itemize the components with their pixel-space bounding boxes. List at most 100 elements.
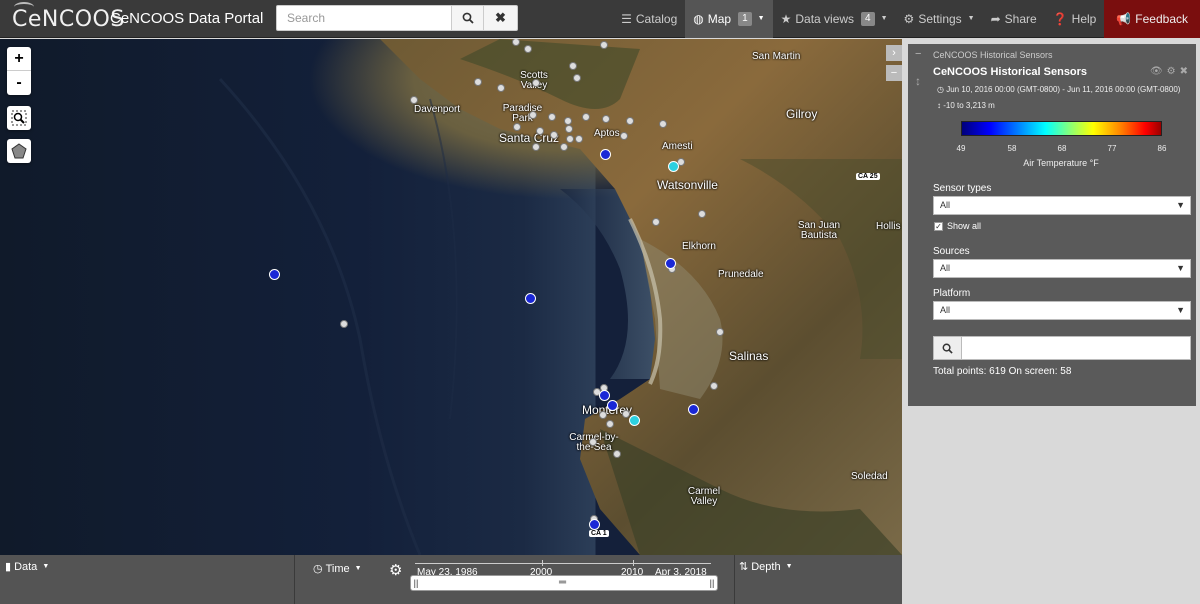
slider-grip-icon[interactable]: ═	[559, 577, 566, 589]
sensor-point-blue[interactable]	[600, 149, 611, 160]
time-menu-label: Time	[325, 562, 350, 575]
show-all-checkbox[interactable]: ✓ Show all	[934, 221, 981, 231]
depth-range-text: -10 to 3,213 m	[943, 101, 995, 110]
map-canvas[interactable]: + - › − Davenport Scotts Valley Paradise…	[0, 39, 902, 555]
color-scale-bar	[961, 121, 1162, 136]
sensor-point-blue[interactable]	[269, 269, 280, 280]
polygon-icon	[11, 143, 27, 159]
time-range-row: ◷ Jun 10, 2016 00:00 (GMT-0800) - Jun 11…	[937, 85, 1180, 94]
sensor-point[interactable]	[573, 74, 581, 82]
sensor-point[interactable]	[582, 113, 590, 121]
nav-help-label: Help	[1071, 12, 1097, 26]
minimize-map-button[interactable]: −	[886, 65, 902, 81]
sensor-point[interactable]	[529, 111, 537, 119]
caret-down-icon: ▼	[42, 563, 50, 570]
sensor-point-blue[interactable]	[607, 400, 618, 411]
sensor-point-cyan[interactable]	[629, 415, 640, 426]
caret-down-icon: ▼	[757, 15, 765, 22]
draw-polygon-button[interactable]	[7, 139, 31, 163]
collapse-panel-button[interactable]: ›	[886, 45, 902, 61]
sensor-point[interactable]	[565, 125, 573, 133]
depth-menu-button[interactable]: ⇅ Depth ▼	[739, 560, 793, 574]
caret-down-icon: ▼	[967, 15, 975, 22]
sensor-point[interactable]	[599, 411, 607, 419]
sensor-point-blue[interactable]	[525, 293, 536, 304]
sensor-point[interactable]	[536, 127, 544, 135]
sensor-point[interactable]	[626, 117, 634, 125]
sensor-point[interactable]	[602, 115, 610, 123]
time-range-slider[interactable]: || ═ ||	[410, 575, 718, 591]
nav-share[interactable]: ➦ Share	[983, 0, 1045, 38]
drag-handle-icon[interactable]: ↕	[915, 74, 921, 88]
sensor-point[interactable]	[566, 135, 574, 143]
zoom-out-button[interactable]: -	[7, 71, 31, 95]
visibility-icon[interactable]: 👁	[1150, 66, 1163, 77]
sensor-point-cyan[interactable]	[668, 161, 679, 172]
sensor-point-blue[interactable]	[688, 404, 699, 415]
sensor-point[interactable]	[698, 210, 706, 218]
sensor-point[interactable]	[564, 117, 572, 125]
sensor-point[interactable]	[589, 438, 597, 446]
nav-settings[interactable]: ⚙ Settings ▼	[896, 0, 983, 38]
nav-feedback[interactable]: 📢 Feedback	[1104, 0, 1200, 38]
sensor-point-blue[interactable]	[599, 390, 610, 401]
sensor-point[interactable]	[710, 382, 718, 390]
nav-help[interactable]: ❓ Help	[1045, 0, 1105, 38]
sensor-point[interactable]	[513, 123, 521, 131]
sensor-point[interactable]	[550, 131, 558, 139]
place-label-amesti: Amesti	[662, 141, 693, 152]
platform-select[interactable]: All ▼	[933, 301, 1191, 320]
sensor-point[interactable]	[613, 450, 621, 458]
sensor-point[interactable]	[548, 113, 556, 121]
top-navbar: CeNCOOS CeNCOOS Data Portal ✖ ☰ Catalog …	[0, 0, 1200, 38]
sensor-point[interactable]	[659, 120, 667, 128]
sensor-point-blue[interactable]	[665, 258, 676, 269]
star-icon: ★	[780, 12, 792, 26]
sensor-point[interactable]	[569, 62, 577, 70]
filter-search-input[interactable]	[962, 336, 1191, 360]
zoom-box-button[interactable]	[7, 106, 31, 130]
nav-data-views[interactable]: ★ Data views 4 ▼	[773, 0, 896, 38]
sensor-point-blue[interactable]	[589, 519, 600, 530]
sensor-types-select[interactable]: All ▼	[933, 196, 1191, 215]
sensor-point[interactable]	[652, 218, 660, 226]
sensor-point[interactable]	[497, 84, 505, 92]
sensor-point[interactable]	[600, 41, 608, 49]
gear-icon: ⚙	[903, 12, 915, 26]
sensor-point[interactable]	[340, 320, 348, 328]
sensor-point[interactable]	[560, 143, 568, 151]
sources-select[interactable]: All ▼	[933, 259, 1191, 278]
sensor-point[interactable]	[474, 78, 482, 86]
close-icon[interactable]: ✖	[1180, 66, 1188, 77]
nav-map[interactable]: ◍ Map 1 ▼	[685, 0, 773, 38]
sensor-point[interactable]	[532, 79, 540, 87]
sensor-point[interactable]	[524, 45, 532, 53]
place-label-san-martin: San Martin	[752, 51, 801, 62]
settings-icon[interactable]: ⚙	[1167, 66, 1176, 77]
zoom-in-button[interactable]: +	[7, 47, 31, 71]
search-button[interactable]	[452, 5, 484, 31]
time-menu-button[interactable]: ◷ Time ▼	[313, 562, 362, 576]
place-label-hollis: Hollis	[876, 221, 901, 232]
clear-search-button[interactable]: ✖	[484, 5, 518, 31]
portal-title[interactable]: CeNCOOS Data Portal	[110, 0, 263, 38]
sensor-point[interactable]	[620, 132, 628, 140]
slider-right-handle[interactable]: ||	[709, 577, 715, 589]
time-settings-button[interactable]: ⚙	[389, 561, 402, 579]
data-menu-button[interactable]: ▮ Data ▼	[5, 560, 50, 574]
show-all-label: Show all	[947, 221, 982, 231]
sensor-point[interactable]	[532, 143, 540, 151]
sensor-point[interactable]	[716, 328, 724, 336]
search-input[interactable]	[276, 5, 452, 31]
nav-catalog[interactable]: ☰ Catalog	[613, 0, 685, 38]
sensor-point[interactable]	[606, 420, 614, 428]
collapse-layer-button[interactable]: −	[915, 48, 921, 60]
place-label-davenport: Davenport	[414, 104, 461, 115]
filter-search-button[interactable]	[933, 336, 962, 360]
color-scale-tick: 77	[1107, 144, 1117, 153]
slider-left-handle[interactable]: ||	[413, 577, 419, 589]
sensor-point[interactable]	[410, 96, 418, 104]
cencoos-logo[interactable]: CeNCOOS	[12, 2, 125, 34]
place-label-elkhorn: Elkhorn	[682, 241, 716, 252]
sensor-point[interactable]	[575, 135, 583, 143]
